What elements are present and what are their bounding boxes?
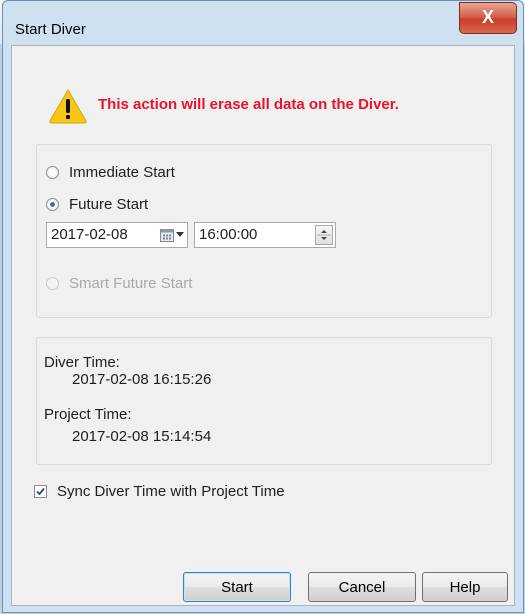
chevron-down-icon xyxy=(176,232,184,237)
start-button[interactable]: Start xyxy=(183,572,291,602)
close-icon: X xyxy=(481,7,494,27)
future-start-label: Future Start xyxy=(69,196,149,213)
dialog-title: Start Diver xyxy=(15,21,86,38)
calendar-dropdown-button[interactable] xyxy=(154,226,184,244)
time-value: 16:00:00 xyxy=(199,226,258,243)
spinner-arrows-icon xyxy=(317,230,331,240)
sync-time-checkbox[interactable] xyxy=(34,485,47,498)
immediate-start-option[interactable]: Immediate Start xyxy=(46,164,175,181)
title-bar: Start Diver X xyxy=(3,1,523,45)
future-start-option[interactable]: Future Start xyxy=(46,196,148,213)
dialog-body: This action will erase all data on the D… xyxy=(11,45,515,606)
diver-time-value: 2017-02-08 16:15:26 xyxy=(72,371,212,388)
cancel-button[interactable]: Cancel xyxy=(308,572,416,602)
help-button[interactable]: Help xyxy=(422,572,508,602)
close-button[interactable]: X xyxy=(459,2,517,34)
immediate-start-label: Immediate Start xyxy=(69,164,175,181)
project-time-value: 2017-02-08 15:14:54 xyxy=(72,428,212,445)
date-value: 2017-02-08 xyxy=(51,226,128,243)
time-spinner[interactable] xyxy=(315,225,333,245)
warning-message: This action will erase all data on the D… xyxy=(98,96,399,113)
future-start-radio[interactable] xyxy=(46,198,59,211)
checkmark-icon xyxy=(36,487,45,496)
smart-future-start-label: Smart Future Start xyxy=(69,275,193,292)
immediate-start-radio[interactable] xyxy=(46,166,59,179)
project-time-label: Project Time: xyxy=(44,406,132,423)
future-start-time-field[interactable]: 16:00:00 xyxy=(194,222,336,248)
smart-future-start-option[interactable]: Smart Future Start xyxy=(46,275,192,292)
calendar-icon xyxy=(160,229,174,242)
warning-icon xyxy=(49,89,87,124)
sync-time-label: Sync Diver Time with Project Time xyxy=(57,483,285,500)
future-start-date-picker[interactable]: 2017-02-08 xyxy=(46,222,188,248)
start-diver-dialog: Start Diver X This action will erase all… xyxy=(2,0,524,613)
sync-time-option[interactable]: Sync Diver Time with Project Time xyxy=(34,483,285,500)
smart-future-start-radio[interactable] xyxy=(46,277,59,290)
diver-time-label: Diver Time: xyxy=(44,354,120,371)
